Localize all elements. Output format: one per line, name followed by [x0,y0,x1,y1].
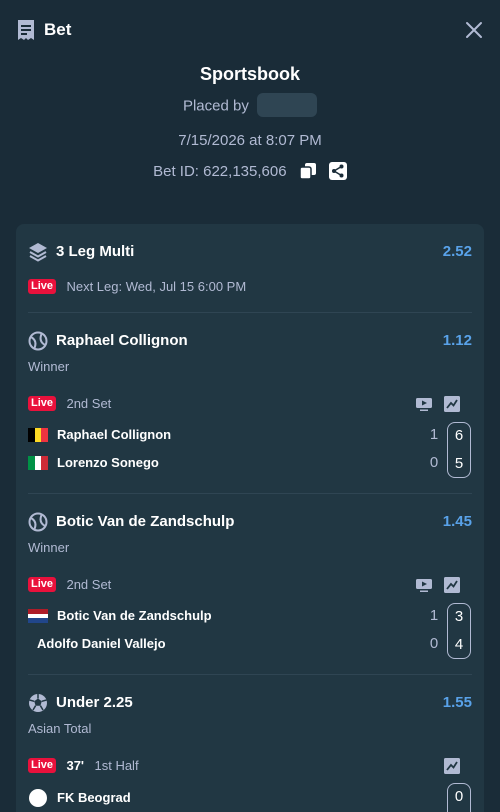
game-score: 6 [454,427,464,444]
period-text: 2nd Set [66,577,112,593]
leg-odds: 1.45 [442,513,472,530]
tennis-ball-icon [28,512,48,532]
leg-status-row: Live 37' 1st Half [28,757,472,775]
period-text: 2nd Set [66,396,112,412]
leg-status-row: Live 2nd Set [28,395,472,413]
player-name: Lorenzo Sonego [57,455,159,470]
live-badge: Live [28,396,57,412]
leg-header: Under 2.25 1.55 [28,693,472,713]
redacted-username [257,93,318,117]
team-badge-icon [29,789,47,807]
leg-title: Under 2.25 [56,694,133,711]
modal-header: Bet [0,0,500,60]
live-stream-icon[interactable] [416,577,432,593]
player-row: Botic Van de Zandschulp 1 [28,607,472,624]
set-score: 1 [429,426,439,443]
bet-id: Bet ID: 622,135,606 [153,163,287,180]
leg-status-row: Live 2nd Set [28,576,472,594]
stats-chart-icon[interactable] [444,396,460,412]
team-score: 0 [454,788,464,805]
placed-by: Placed by [0,93,500,117]
game-score: 5 [454,455,464,472]
set-score: 0 [429,454,439,471]
next-leg-row: Live Next Leg: Wed, Jul 15 6:00 PM [28,278,472,296]
divider [28,312,472,313]
player-row: Raphael Collignon 1 [28,426,472,443]
leg-odds: 1.12 [442,332,472,349]
netherlands-flag-icon [28,609,48,624]
set-score: 1 [429,607,439,624]
placed-by-label: Placed by [182,97,249,115]
live-badge: Live [28,279,57,295]
bet-details-card: 3 Leg Multi 2.52 Live Next Leg: Wed, Jul… [16,224,484,812]
game-score: 3 [454,608,464,625]
layers-icon [29,243,47,262]
bet-id-row: Bet ID: 622,135,606 [0,161,500,180]
leg-header: Raphael Collignon 1.12 [28,331,472,351]
leg-market: Winner [28,540,70,555]
leg-title: Botic Van de Zandschulp [56,513,235,530]
divider [28,493,472,494]
team-row: FK Beograd [28,789,472,807]
player-row: Lorenzo Sonego 0 [28,454,472,471]
italy-flag-icon [28,456,49,470]
period-text: 1st Half [94,758,139,774]
live-badge: Live [28,758,57,774]
leg-market: Winner [28,359,70,374]
player-name: Raphael Collignon [57,427,172,442]
live-badge: Live [28,577,57,593]
copy-icon[interactable] [298,162,317,180]
multi-odds: 2.52 [442,243,472,260]
share-icon[interactable] [328,161,347,180]
live-stream-icon[interactable] [416,396,432,412]
sportsbook-title: Sportsbook [199,64,300,84]
player-name: Adolfo Daniel Vallejo [37,636,166,651]
bet-datetime: 7/15/2026 at 8:07 PM [178,132,322,149]
bet-slip-icon [18,20,34,40]
close-icon[interactable] [462,18,486,42]
current-set-score-box: 6 5 [447,422,471,478]
match-score-box: 0 [447,783,471,812]
player-row: Adolfo Daniel Vallejo 0 [28,635,472,652]
current-set-score-box: 3 4 [447,603,471,659]
divider [28,674,472,675]
stats-chart-icon[interactable] [444,758,460,774]
modal-title: Bet [44,20,72,39]
leg-title: Raphael Collignon [56,332,188,349]
team-name: FK Beograd [57,790,131,805]
multi-title: 3 Leg Multi [56,243,135,260]
game-score: 4 [454,636,464,653]
leg-header: Botic Van de Zandschulp 1.45 [28,512,472,532]
set-score: 0 [429,635,439,652]
next-leg-text: Next Leg: Wed, Jul 15 6:00 PM [66,279,247,295]
belgium-flag-icon [28,428,49,442]
player-name: Botic Van de Zandschulp [57,608,212,623]
match-minute: 37' [66,758,85,774]
leg-market: Asian Total [28,721,92,736]
leg-odds: 1.55 [442,694,472,711]
tennis-ball-icon [28,331,48,351]
stats-chart-icon[interactable] [444,577,460,593]
multi-header: 3 Leg Multi 2.52 [28,242,472,262]
soccer-ball-icon [29,694,47,712]
